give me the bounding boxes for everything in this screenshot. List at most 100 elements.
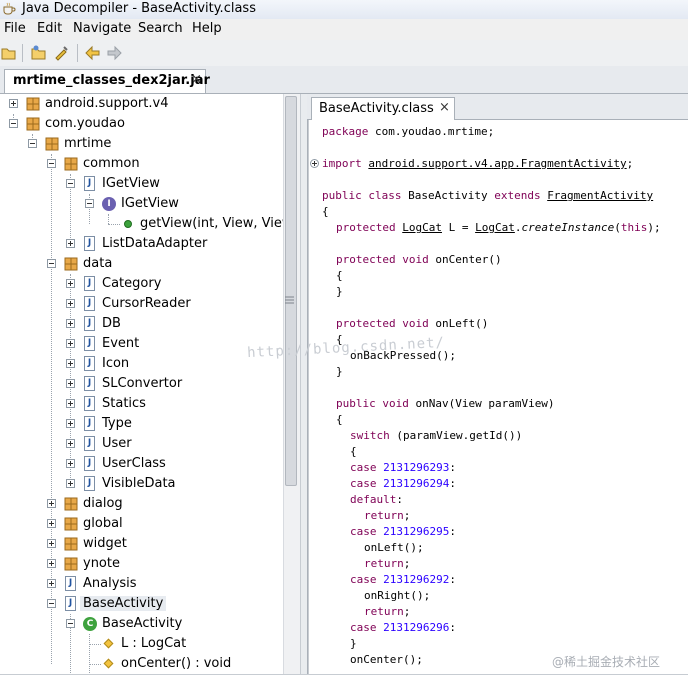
code-text: } — [336, 365, 343, 378]
tree-node-ynote[interactable]: ynote — [0, 554, 283, 574]
close-tab-icon[interactable]: × — [439, 100, 450, 115]
tree-node-field-l[interactable]: L : LogCat — [0, 634, 283, 654]
open-folder-icon[interactable] — [30, 44, 48, 62]
collapse-icon[interactable] — [47, 259, 56, 268]
code-line: { — [336, 269, 343, 285]
class-icon: C — [83, 617, 97, 631]
expand-icon[interactable] — [66, 279, 75, 288]
collapse-icon[interactable] — [9, 119, 18, 128]
tree-node-type[interactable]: J Type — [0, 414, 283, 434]
expand-icon[interactable] — [47, 539, 56, 548]
expand-icon[interactable] — [9, 99, 18, 108]
menu-navigate[interactable]: Navigate — [73, 21, 131, 36]
code-keyword: default — [350, 493, 397, 506]
tree-label: widget — [83, 536, 127, 551]
expand-icon[interactable] — [66, 379, 75, 388]
scrollbar-grip-icon — [285, 296, 294, 304]
tree-node-userclass[interactable]: J UserClass — [0, 454, 283, 474]
expand-icon[interactable] — [66, 419, 75, 428]
code-line: import android.support.v4.app.FragmentAc… — [322, 157, 633, 173]
tree-guide — [108, 224, 120, 225]
code-line: } — [350, 637, 357, 653]
tree-node-db[interactable]: J DB — [0, 314, 283, 334]
collapse-icon[interactable] — [66, 619, 75, 628]
tree-scrollbar-thumb[interactable] — [285, 96, 297, 486]
tree-node-baseactivity-class[interactable]: C BaseActivity — [0, 614, 283, 634]
code-link[interactable]: LogCat — [402, 221, 442, 234]
code-text: : — [396, 493, 403, 506]
menu-edit[interactable]: Edit — [37, 21, 62, 36]
package-icon — [64, 517, 78, 531]
tree-node-event[interactable]: J Event — [0, 334, 283, 354]
expand-icon[interactable] — [66, 299, 75, 308]
open-file-icon[interactable] — [0, 44, 18, 62]
tree-node-statics[interactable]: J Statics — [0, 394, 283, 414]
code-line: } — [336, 285, 343, 301]
menu-bar: File Edit Navigate Search Help — [0, 19, 688, 40]
menu-file[interactable]: File — [4, 21, 26, 36]
tree-label: Category — [102, 276, 162, 291]
tree-node-category[interactable]: J Category — [0, 274, 283, 294]
back-arrow-icon[interactable] — [83, 44, 101, 62]
collapse-icon[interactable] — [66, 179, 75, 188]
code-keyword: this — [620, 221, 648, 234]
tree-node-analysis[interactable]: J Analysis — [0, 574, 283, 594]
code-link[interactable]: FragmentActivity — [547, 189, 653, 202]
collapse-icon[interactable] — [47, 599, 56, 608]
editor-tab-baseactivity[interactable]: BaseActivity.class × — [311, 97, 455, 120]
code-text: com.youdao.mrtime; — [368, 125, 495, 138]
code-text: { — [350, 445, 357, 458]
tree-node-user[interactable]: J User — [0, 434, 283, 454]
tree-node-common[interactable]: common — [0, 154, 283, 174]
tree-guide — [89, 664, 101, 665]
code-text: { — [322, 205, 329, 218]
expand-import-icon[interactable] — [310, 159, 319, 168]
tree-label: Statics — [102, 396, 146, 411]
menu-help[interactable]: Help — [192, 21, 222, 36]
tree-node-oncenter-method[interactable]: onCenter() : void — [0, 654, 283, 674]
expand-icon[interactable] — [66, 359, 75, 368]
collapse-icon[interactable] — [28, 139, 37, 148]
tree-node-mrtime[interactable]: mrtime — [0, 134, 283, 154]
tree-node-icon[interactable]: J Icon — [0, 354, 283, 374]
collapse-icon[interactable] — [85, 199, 94, 208]
tree-node-igetview-file[interactable]: J IGetView — [0, 174, 283, 194]
code-text: onCenter() — [428, 253, 502, 266]
expand-icon[interactable] — [66, 399, 75, 408]
expand-icon[interactable] — [66, 339, 75, 348]
close-tab-icon[interactable]: × — [191, 72, 202, 87]
tree-node-dialog[interactable]: dialog — [0, 494, 283, 514]
tree-node-android-support[interactable]: android.support.v4 — [0, 94, 283, 114]
tree-node-listdataadapter[interactable]: J ListDataAdapter — [0, 234, 283, 254]
code-link[interactable]: android.support.v4.app.FragmentActivity — [368, 157, 626, 170]
tree-node-cursorreader[interactable]: J CursorReader — [0, 294, 283, 314]
tree-node-baseactivity-file[interactable]: J BaseActivity — [0, 594, 283, 614]
collapse-icon[interactable] — [47, 159, 56, 168]
tree-label: common — [83, 156, 140, 171]
expand-icon[interactable] — [47, 499, 56, 508]
code-link[interactable]: LogCat — [475, 221, 515, 234]
paste-icon[interactable] — [52, 44, 70, 62]
tree-node-com-youdao[interactable]: com.youdao — [0, 114, 283, 134]
tree-node-global[interactable]: global — [0, 514, 283, 534]
file-tab-jar[interactable]: mrtime_classes_dex2jar.jar × — [4, 69, 210, 93]
expand-icon[interactable] — [47, 519, 56, 528]
expand-icon[interactable] — [66, 459, 75, 468]
expand-icon[interactable] — [66, 439, 75, 448]
tree-node-getview-method[interactable]: getView(int, View, ViewG — [0, 214, 300, 234]
menu-search[interactable]: Search — [138, 21, 183, 36]
forward-arrow-icon[interactable] — [106, 44, 124, 62]
expand-icon[interactable] — [66, 479, 75, 488]
tree-node-visibledata[interactable]: J VisibleData — [0, 474, 283, 494]
tree-node-data[interactable]: data — [0, 254, 283, 274]
expand-icon[interactable] — [66, 319, 75, 328]
expand-icon[interactable] — [47, 579, 56, 588]
protected-method-icon — [103, 658, 114, 669]
tree-node-widget[interactable]: widget — [0, 534, 283, 554]
code-keyword: switch — [350, 429, 390, 442]
tree-node-slconvertor[interactable]: J SLConvertor — [0, 374, 283, 394]
expand-icon[interactable] — [66, 239, 75, 248]
tree-node-igetview-interface[interactable]: I IGetView — [0, 194, 283, 214]
code-keyword: case — [350, 621, 377, 634]
expand-icon[interactable] — [47, 559, 56, 568]
